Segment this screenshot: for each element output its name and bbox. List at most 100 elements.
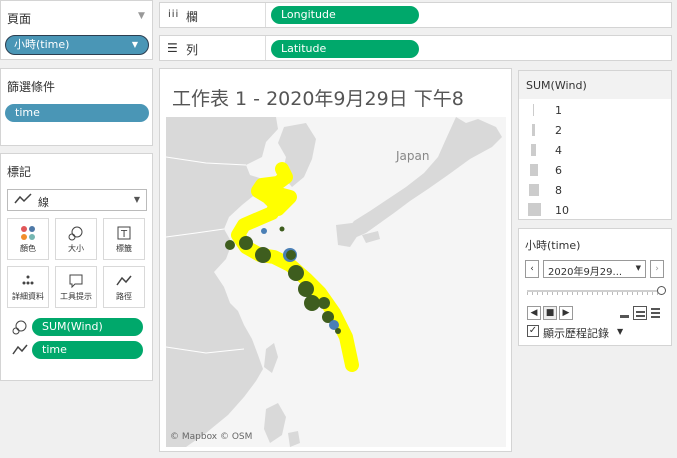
caret-down-icon[interactable]: ▼	[617, 327, 623, 336]
slider-ticks	[527, 292, 659, 295]
rows-pill-latitude[interactable]: Latitude	[271, 40, 419, 58]
wind-marker	[225, 240, 235, 250]
chevron-down-icon[interactable]: ▼	[132, 36, 138, 54]
speed-slow-button[interactable]	[617, 306, 631, 320]
pages-title: 頁面	[7, 12, 32, 26]
chevron-down-icon[interactable]: ▼	[134, 195, 140, 204]
page-slider[interactable]	[527, 286, 666, 295]
size-swatch-icon	[530, 164, 538, 176]
chevron-left-icon: ‹	[530, 264, 534, 274]
speed-fast-icon-line	[651, 312, 660, 314]
marks-pill-label: time	[42, 343, 67, 356]
speed-slow-icon	[620, 315, 629, 318]
columns-icon: iii	[168, 9, 180, 20]
rows-pill-label: Latitude	[281, 42, 327, 55]
line-mark-icon	[14, 192, 32, 209]
speed-fast-icon	[651, 308, 660, 310]
path-icon	[104, 273, 144, 289]
previous-page-button[interactable]: ‹	[525, 260, 539, 278]
tooltip-button-label: 工具提示	[60, 292, 92, 301]
size-icon	[12, 319, 28, 338]
play-backward-icon: ◀	[530, 308, 538, 318]
size-legend-label: 1	[555, 104, 562, 117]
map-label-japan: Japan	[396, 149, 430, 163]
filter-pill-time[interactable]: time	[5, 104, 149, 122]
color-dots-icon	[8, 225, 48, 241]
label-button-label: 標籤	[116, 244, 132, 253]
speed-fast-button[interactable]	[649, 306, 663, 320]
worksheet-title: 工作表 1 - 2020年9月29日 下午8	[172, 88, 464, 110]
svg-text:T: T	[120, 229, 128, 240]
size-legend-label: 4	[555, 144, 562, 157]
size-button[interactable]: 大小	[55, 218, 97, 260]
worksheet-panel: 工作表 1 - 2020年9月29日 下午8 Japan © Mapbox © …	[159, 68, 512, 452]
size-legend-header: SUM(Wind)	[519, 71, 671, 99]
size-legend-panel: SUM(Wind) 1 2 4 6 8 10	[518, 70, 672, 220]
wind-marker	[286, 250, 296, 260]
wind-marker	[304, 295, 320, 311]
size-legend-label: 6	[555, 164, 562, 177]
marks-panel: 標記 線 ▼ 顏色 大小 T 標籤 詳細資料 工具提示 路徑 SUM(Wind)…	[0, 153, 153, 381]
size-legend-label: 8	[555, 184, 562, 197]
marks-pill-label: SUM(Wind)	[42, 320, 103, 333]
speed-medium-button[interactable]	[633, 306, 647, 320]
path-button[interactable]: 路徑	[103, 266, 145, 308]
marks-pill-time[interactable]: time	[32, 341, 143, 359]
chevron-down-icon[interactable]: ▼	[138, 11, 145, 21]
rows-icon: ☰	[167, 41, 178, 55]
wind-marker	[288, 265, 304, 281]
wind-marker	[261, 228, 267, 234]
next-page-button[interactable]: ›	[650, 260, 664, 278]
speed-medium-icon-line	[636, 315, 645, 317]
marks-title: 標記	[7, 165, 32, 179]
wind-marker	[335, 328, 341, 334]
path-icon	[12, 342, 28, 361]
rows-shelf: ☰ 列 Latitude	[159, 35, 672, 61]
page-control-panel: 小時(time) ‹ 2020年9月29... ▼ › ◀ ■ ▶ ✓ 顯示歷程…	[518, 228, 672, 346]
tooltip-icon	[56, 273, 96, 289]
columns-pill-label: Longitude	[281, 8, 336, 21]
pages-pill-label: 小時(time)	[14, 38, 70, 51]
stop-icon: ■	[545, 308, 555, 318]
size-swatch-icon	[532, 124, 535, 136]
path-button-label: 路徑	[116, 292, 132, 301]
size-icon	[56, 225, 96, 241]
slider-thumb[interactable]	[657, 286, 666, 295]
stop-button[interactable]: ■	[543, 306, 557, 320]
map-view[interactable]: Japan © Mapbox © OSM	[166, 117, 506, 447]
columns-label: 欄	[186, 10, 199, 24]
mark-type-label: 線	[38, 196, 49, 209]
show-history-checkbox[interactable]: ✓	[527, 325, 539, 337]
columns-shelf: iii 欄 Longitude	[159, 2, 672, 28]
filter-pill-label: time	[15, 106, 40, 119]
page-select[interactable]: 2020年9月29... ▼	[543, 260, 646, 278]
size-swatch-icon	[528, 203, 541, 216]
columns-pill-longitude[interactable]: Longitude	[271, 6, 419, 24]
speed-medium-icon	[636, 311, 645, 313]
filters-title: 篩選條件	[7, 80, 56, 94]
speed-fast-icon-line	[651, 316, 660, 318]
pages-panel: 頁面 ▼ 小時(time) ▼	[0, 0, 153, 60]
wind-marker	[239, 236, 253, 250]
size-legend-title: SUM(Wind)	[526, 79, 587, 92]
label-button[interactable]: T 標籤	[103, 218, 145, 260]
color-button[interactable]: 顏色	[7, 218, 49, 260]
detail-button[interactable]: 詳細資料	[7, 266, 49, 308]
wind-marker	[279, 226, 285, 232]
detail-button-label: 詳細資料	[12, 292, 44, 301]
play-forward-button[interactable]: ▶	[559, 306, 573, 320]
play-backward-button[interactable]: ◀	[527, 306, 541, 320]
divider	[265, 3, 266, 27]
marks-pill-sum-wind[interactable]: SUM(Wind)	[32, 318, 143, 336]
show-history-label[interactable]: 顯示歷程記錄	[543, 325, 609, 341]
map-attribution[interactable]: © Mapbox © OSM	[170, 432, 252, 442]
size-button-label: 大小	[68, 244, 84, 253]
wind-marker	[255, 247, 271, 263]
tooltip-button[interactable]: 工具提示	[55, 266, 97, 308]
pages-pill[interactable]: 小時(time) ▼	[5, 35, 149, 55]
page-select-value: 2020年9月29...	[548, 267, 623, 278]
checkmark-icon: ✓	[528, 325, 538, 336]
size-swatch-icon	[529, 184, 539, 196]
wind-marker	[318, 297, 330, 309]
mark-type-dropdown[interactable]: 線 ▼	[7, 189, 147, 211]
